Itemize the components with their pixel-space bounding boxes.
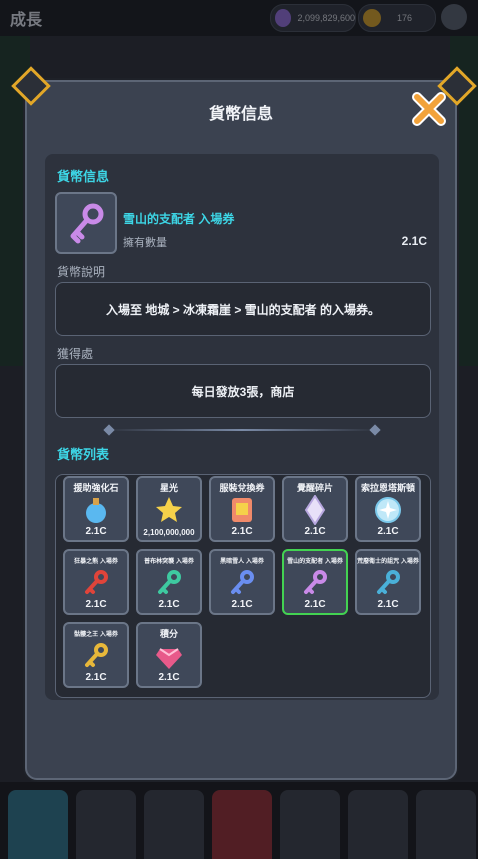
currency-item-amount: 2,100,000,000 <box>143 528 195 537</box>
currency-item-name: 普布林突襲 入場券 <box>144 559 194 565</box>
currency-item-name: 雪山的支配者 入場券 <box>287 559 343 565</box>
key-icon <box>231 570 254 594</box>
currency-item[interactable]: 積分 2.1C <box>136 622 202 688</box>
potion-icon <box>86 498 106 523</box>
currency-item-name: 黑暗雪人 入場券 <box>220 559 264 565</box>
currency-item-amount: 2.1C <box>85 526 107 537</box>
owned-label: 擁有數量 <box>123 237 167 249</box>
currency-item[interactable]: 索拉恩塔斯頓 2.1C <box>355 476 421 542</box>
currency-item-name: 星光 <box>159 483 178 493</box>
crystal-icon <box>304 495 326 525</box>
currency-item[interactable]: 黑暗雪人 入場券 2.1C <box>209 549 275 615</box>
key-icon <box>70 203 104 244</box>
currency-item[interactable]: 荒廢衛士的詛咒 入場券 2.1C <box>355 549 421 615</box>
currency-item-amount: 2.1C <box>377 526 399 537</box>
close-button[interactable] <box>412 92 446 126</box>
description-text: 入場至 地城 > 冰凍霜崖 > 雪山的支配者 的入場券。 <box>105 302 381 317</box>
currency-item-amount: 2.1C <box>85 599 107 610</box>
currency-item-name: 覺醒碎片 <box>296 483 333 493</box>
currency-item-amount: 2.1C <box>231 599 253 610</box>
description-box: 入場至 地城 > 冰凍霜崖 > 雪山的支配者 的入場券。 <box>55 282 431 336</box>
description-label: 貨幣說明 <box>57 265 106 279</box>
divider <box>107 429 377 431</box>
currency-item-name: 積分 <box>159 629 178 639</box>
currency-list-label: 貨幣列表 <box>57 447 110 462</box>
currency-item-amount: 2.1C <box>158 672 180 683</box>
key-icon <box>158 570 181 594</box>
currency-item-amount: 2.1C <box>377 599 399 610</box>
key-icon <box>377 570 400 594</box>
currency-item-selected[interactable]: 雪山的支配者 入場券 2.1C <box>282 549 348 615</box>
currency-item[interactable]: 狂暴之熊 入場券 2.1C <box>63 549 129 615</box>
star-icon <box>156 497 182 522</box>
currency-item-amount: 2.1C <box>158 599 180 610</box>
obtain-text: 每日發放3張，商店 <box>191 384 295 399</box>
currency-item-name: 荒廢衛士的詛咒 入場券 <box>357 559 419 565</box>
currency-item-name: 狂暴之熊 入場券 <box>74 559 118 565</box>
currency-item[interactable]: 覺醒碎片 2.1C <box>282 476 348 542</box>
currency-item-amount: 2.1C <box>304 599 326 610</box>
key-icon <box>85 643 108 667</box>
currency-name: 雪山的支配者 入場券 <box>123 212 235 226</box>
orb-icon <box>375 497 401 523</box>
currency-item-amount: 2.1C <box>304 526 326 537</box>
currency-item[interactable]: 星光 2,100,000,000 <box>136 476 202 542</box>
close-icon <box>412 92 446 126</box>
ticket-icon <box>232 498 252 522</box>
currency-info-dialog: 貨幣信息 貨幣信息 雪山的支配者 入場券 擁有數量 2.1C 貨幣說明 入場至 … <box>11 66 477 780</box>
currency-item-name: 服裝兌換券 <box>219 483 265 493</box>
currency-item-amount: 2.1C <box>231 526 253 537</box>
section-info-label: 貨幣信息 <box>57 169 110 184</box>
owned-amount: 2.1C <box>401 234 427 248</box>
currency-item-name: 骷髏之王 入場券 <box>74 632 118 638</box>
currency-item[interactable]: 普布林突襲 入場券 2.1C <box>136 549 202 615</box>
key-icon <box>304 570 327 594</box>
obtain-box: 每日發放3張，商店 <box>55 364 431 418</box>
currency-item[interactable]: 援助強化石 2.1C <box>63 476 129 542</box>
gem-icon <box>156 648 182 669</box>
dialog-title: 貨幣信息 <box>208 106 273 123</box>
obtain-label: 獲得處 <box>57 347 94 361</box>
current-currency-icon <box>55 192 117 254</box>
currency-item[interactable]: 骷髏之王 入場券 2.1C <box>63 622 129 688</box>
currency-item[interactable]: 服裝兌換券 2.1C <box>209 476 275 542</box>
currency-item-name: 援助強化石 <box>73 483 119 493</box>
currency-item-amount: 2.1C <box>85 672 107 683</box>
currency-item-name: 索拉恩塔斯頓 <box>360 483 415 493</box>
key-icon <box>85 570 108 594</box>
